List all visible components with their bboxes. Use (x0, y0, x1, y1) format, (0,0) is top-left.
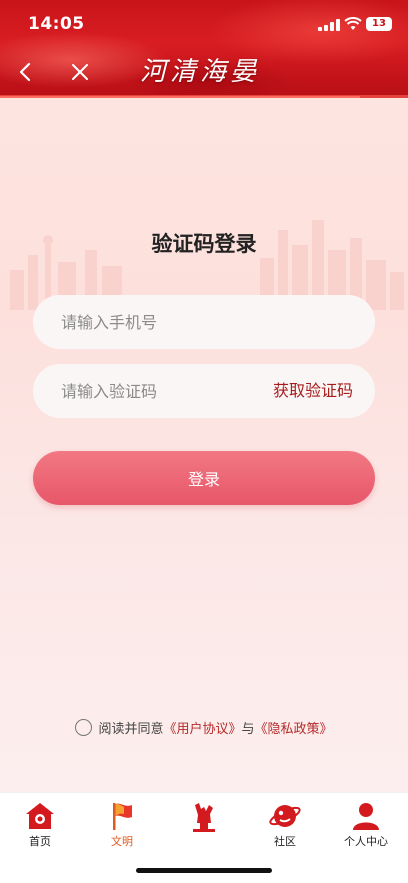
login-button[interactable]: 登录 (33, 451, 375, 505)
back-icon[interactable] (14, 60, 38, 84)
tab-civilization[interactable]: 文明 (82, 797, 162, 849)
tab-home[interactable]: 首页 (0, 797, 80, 849)
home-indicator (136, 868, 272, 873)
tab-civilization-label: 文明 (111, 835, 133, 848)
user-agreement-link[interactable]: 《用户协议》 (163, 718, 241, 737)
header-banner: 14:05 13 河清海晏 (0, 0, 408, 98)
flag-icon (113, 803, 132, 830)
agreement-conjunction: 与 (241, 721, 255, 737)
page-title: 验证码登录 (151, 232, 257, 256)
tab-monument[interactable] (164, 797, 244, 849)
home-icon (26, 803, 54, 829)
tab-community-label: 社区 (274, 835, 296, 848)
agreement-prefix: 阅读并同意 (98, 721, 164, 737)
tab-profile-label: 个人中心 (344, 835, 388, 848)
privacy-policy-link[interactable]: 《隐私政策》 (255, 718, 333, 737)
phone-input[interactable] (61, 295, 281, 349)
verification-code-input[interactable] (61, 364, 281, 418)
tab-home-label: 首页 (29, 835, 51, 848)
tab-profile[interactable]: 个人中心 (326, 797, 406, 849)
login-screen: 14:05 13 河清海晏 验证码登录 请输入手机号 请输入验证码 获取验证码 … (0, 0, 408, 883)
planet-icon (269, 805, 301, 827)
app-title-logo: 河清海晏 (140, 57, 261, 87)
close-icon[interactable] (68, 60, 92, 84)
person-icon (353, 803, 379, 830)
get-code-button[interactable]: 获取验证码 (273, 364, 353, 418)
agreement-row: 阅读并同意 《用户协议》 与 《隐私政策》 (0, 716, 408, 738)
monument-icon (193, 803, 215, 832)
battery-icon: 13 (366, 17, 392, 31)
verification-code-field: 获取验证码 (33, 364, 375, 418)
status-time: 14:05 (28, 14, 85, 34)
tab-community[interactable]: 社区 (245, 797, 325, 849)
agree-checkbox[interactable] (75, 718, 93, 736)
status-bar: 14:05 13 (0, 0, 408, 48)
wifi-icon (344, 17, 362, 30)
signal-icon (318, 19, 340, 31)
phone-field (33, 295, 375, 349)
